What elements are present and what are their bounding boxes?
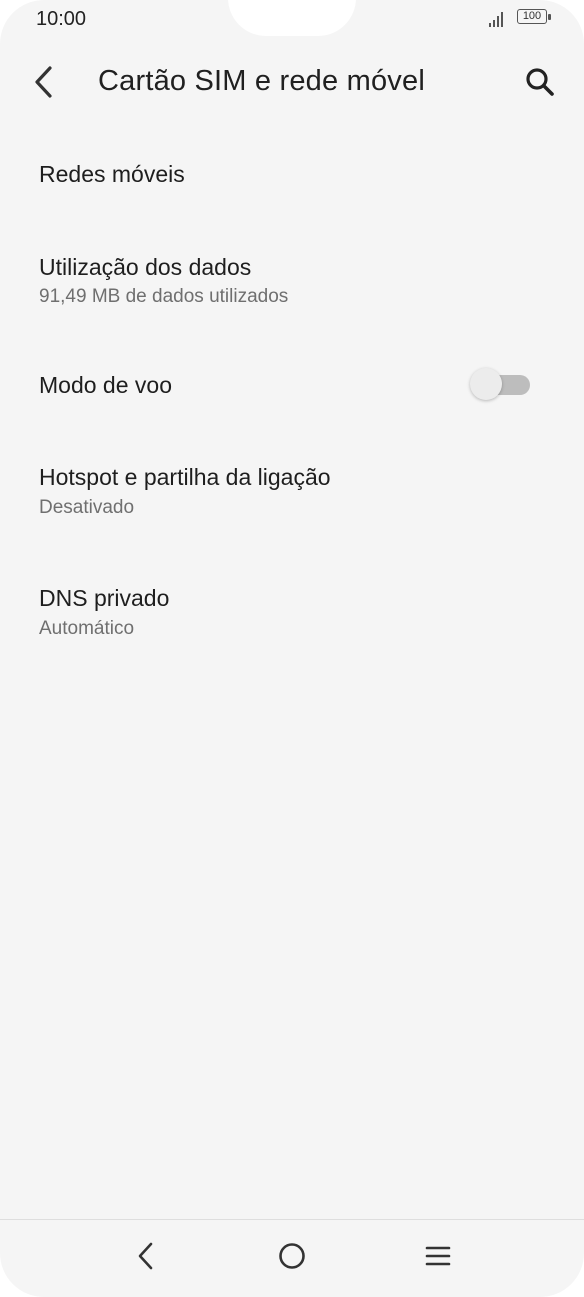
item-title: Redes móveis <box>39 161 185 187</box>
item-subtitle: Desativado <box>39 497 135 518</box>
settings-item-hotspot[interactable]: Hotspot e partilha da ligação Desativado <box>0 434 584 554</box>
item-subtitle: 91,49 MB de dados utilizados <box>39 286 289 307</box>
battery-tip <box>548 14 551 20</box>
item-title: Hotspot e partilha da ligação <box>39 464 331 490</box>
battery-icon: 100 <box>517 9 547 24</box>
page-title: Cartão SIM e rede móvel <box>98 65 425 97</box>
status-bar: 10:00 100 <box>0 0 584 40</box>
item-subtitle: Automático <box>39 618 135 639</box>
menu-icon[interactable] <box>418 1236 458 1276</box>
phone-screen: 10:00 100 Cartão SIM e rede móvel Redes … <box>0 0 584 1297</box>
back-icon[interactable] <box>126 1236 166 1276</box>
item-title: Modo de voo <box>39 372 172 398</box>
airplane-mode-toggle[interactable] <box>470 367 530 401</box>
signal-icon <box>488 12 506 28</box>
navigation-bar <box>0 1219 584 1297</box>
item-title: Utilização dos dados <box>39 254 252 280</box>
status-time: 10:00 <box>36 8 87 30</box>
item-title: DNS privado <box>39 585 170 611</box>
settings-item-data-usage[interactable]: Utilização dos dados 91,49 MB de dados u… <box>0 224 584 334</box>
settings-item-mobile-networks[interactable]: Redes móveis <box>0 124 584 224</box>
home-icon[interactable] <box>272 1236 312 1276</box>
settings-item-private-dns[interactable]: DNS privado Automático <box>0 554 584 664</box>
back-arrow-icon[interactable] <box>26 60 66 104</box>
settings-item-airplane-mode[interactable]: Modo de voo <box>0 334 584 434</box>
app-bar: Cartão SIM e rede móvel <box>0 40 584 124</box>
toggle-thumb <box>470 368 502 400</box>
search-icon[interactable] <box>520 60 560 104</box>
